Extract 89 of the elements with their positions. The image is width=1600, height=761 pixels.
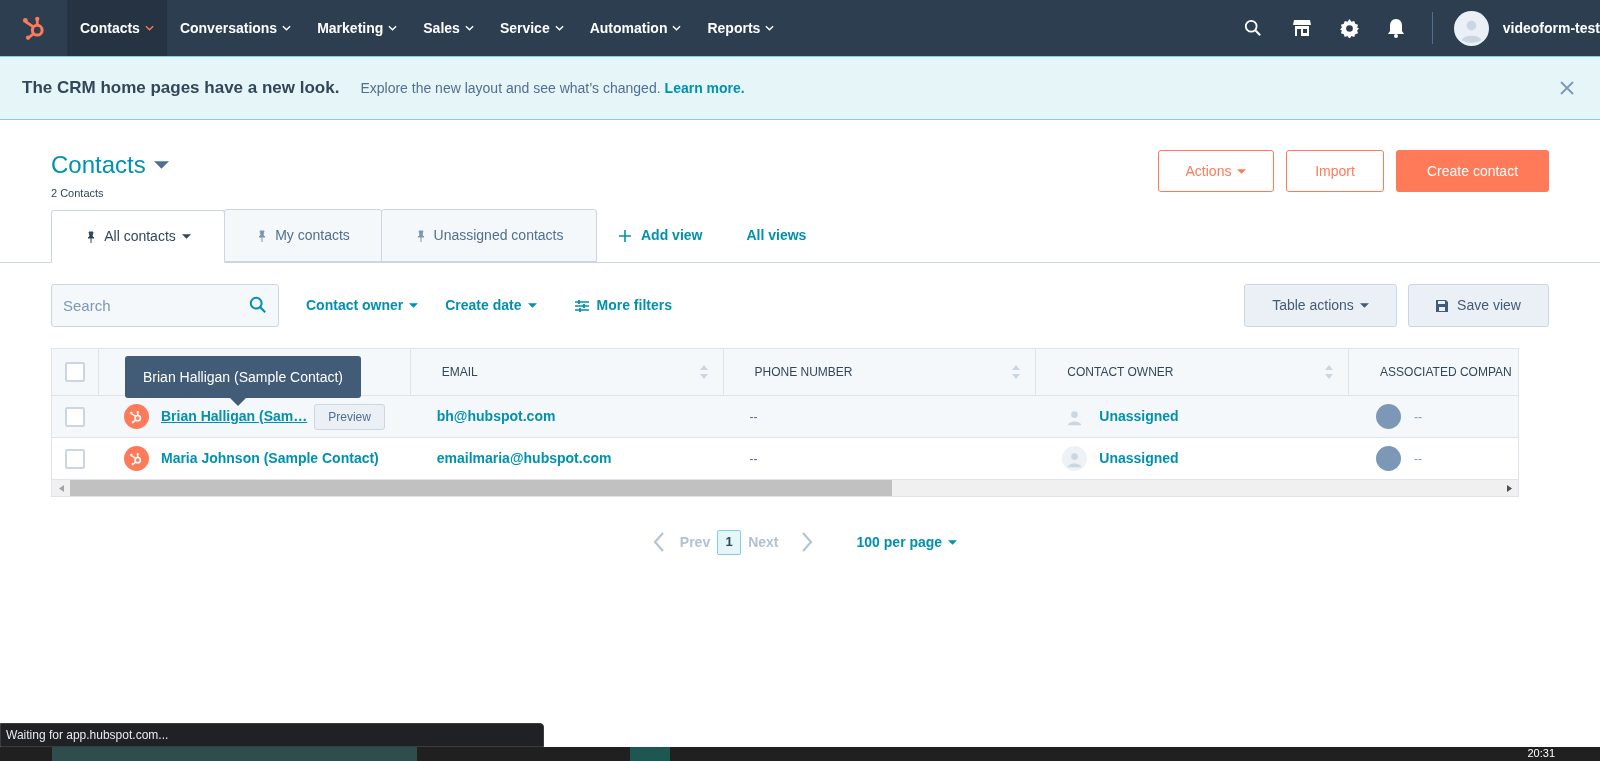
clock-time: 20:31 xyxy=(1527,747,1555,759)
email-link[interactable]: bh@hubspot.com xyxy=(436,406,556,427)
contact-logo-icon xyxy=(123,446,149,471)
banner-text: Explore the new layout and see what’s changed. xyxy=(360,78,661,98)
filter-dropdown[interactable]: Create date xyxy=(445,295,537,316)
search-icon[interactable] xyxy=(1243,19,1262,37)
more-filters-button[interactable]: More filters xyxy=(574,295,672,316)
import-button[interactable]: Import xyxy=(1286,150,1384,192)
contact-count: 2 Contacts xyxy=(51,186,105,201)
chevron-down-icon xyxy=(765,25,775,31)
column-header[interactable]: EMAIL xyxy=(441,363,708,381)
page-number-button[interactable]: 1 xyxy=(717,529,742,555)
store-icon[interactable] xyxy=(1291,18,1312,38)
chevron-down-icon xyxy=(464,25,474,31)
plus-icon xyxy=(619,229,631,242)
owner-link[interactable]: Unassigned xyxy=(1099,406,1179,427)
chevron-down-icon xyxy=(282,25,292,31)
chevron-down-icon xyxy=(554,25,564,31)
chevron-down-icon xyxy=(144,25,154,31)
tooltip-pointer xyxy=(230,398,246,406)
learn-more-link[interactable]: Learn more. xyxy=(664,77,745,99)
browser-status-bar: Waiting for app.hubspot.com... xyxy=(0,723,544,747)
sort-icon xyxy=(1325,364,1334,380)
company-value: -- xyxy=(1414,450,1423,468)
tooltip: Brian Halligan (Sample Contact) xyxy=(125,356,361,398)
caret-icon xyxy=(948,539,958,545)
owner-link[interactable]: Unassigned xyxy=(1099,448,1179,469)
company-avatar-icon xyxy=(1376,404,1402,429)
actions-button[interactable]: Actions xyxy=(1158,150,1274,192)
contact-logo-icon xyxy=(123,404,149,429)
caret-icon xyxy=(153,161,169,169)
close-icon[interactable] xyxy=(1560,81,1574,95)
scroll-right-arrow-icon[interactable] xyxy=(1506,484,1512,492)
nav-menu-item[interactable]: Reports xyxy=(694,0,788,56)
all-views-link[interactable]: All views xyxy=(746,209,807,262)
sort-icon xyxy=(1012,364,1021,380)
person-avatar-icon xyxy=(1062,446,1088,471)
filter-dropdown[interactable]: Contact owner xyxy=(306,295,419,316)
column-header[interactable]: CONTACT OWNER xyxy=(1067,363,1334,381)
sliders-icon xyxy=(574,299,589,312)
save-view-button[interactable]: Save view xyxy=(1408,284,1549,327)
banner-title: The CRM home pages have a new look. xyxy=(22,77,340,100)
contacts-title-dropdown[interactable]: Contacts xyxy=(51,147,169,183)
view-tab[interactable]: Unassigned contacts xyxy=(381,209,597,262)
contact-name-link[interactable]: Maria Johnson (Sample Contact) xyxy=(160,448,379,469)
nav-menu-item[interactable]: Automation xyxy=(576,0,695,56)
view-tab[interactable]: All contacts xyxy=(51,210,225,263)
floppy-disk-icon xyxy=(1436,299,1449,312)
chevron-right-icon xyxy=(800,532,813,552)
row-checkbox[interactable] xyxy=(65,448,86,469)
caret-icon xyxy=(409,303,419,308)
column-header[interactable]: PHONE NUMBER xyxy=(754,363,1021,381)
chevron-left-icon xyxy=(652,532,665,552)
settings-icon[interactable] xyxy=(1339,18,1359,38)
sprocket-logo-icon[interactable] xyxy=(20,15,47,41)
per-page-dropdown[interactable]: 100 per page xyxy=(856,531,958,553)
caret-icon xyxy=(1237,168,1247,174)
select-all-checkbox[interactable] xyxy=(65,362,85,382)
caret-icon xyxy=(527,303,537,308)
contact-name-link[interactable]: Brian Halligan (Sam… xyxy=(160,406,308,427)
search-icon xyxy=(249,296,267,314)
caret-icon xyxy=(181,234,191,239)
company-value: -- xyxy=(1414,408,1423,426)
nav-menu-item[interactable]: Sales xyxy=(410,0,487,56)
phone-number: -- xyxy=(749,408,758,426)
avatar-icon[interactable] xyxy=(1453,10,1489,46)
caret-icon xyxy=(1359,303,1369,308)
chevron-down-icon xyxy=(672,25,682,31)
nav-menu-item[interactable]: Contacts xyxy=(67,0,167,56)
table-actions-button[interactable]: Table actions xyxy=(1244,284,1397,327)
sort-icon xyxy=(699,364,708,380)
nav-menu-item[interactable]: Marketing xyxy=(304,0,411,56)
company-avatar-icon xyxy=(1376,446,1402,471)
notifications-bell-icon[interactable] xyxy=(1386,18,1405,38)
phone-number: -- xyxy=(749,450,758,468)
nav-menu-item[interactable]: Service xyxy=(486,0,577,56)
view-tab[interactable]: My contacts xyxy=(224,209,382,262)
account-menu[interactable]: videoform-test xyxy=(1502,17,1600,39)
horizontal-scrollbar[interactable] xyxy=(52,480,1518,496)
scroll-left-arrow-icon[interactable] xyxy=(58,484,64,492)
add-view-button[interactable]: Add view xyxy=(619,209,703,262)
email-link[interactable]: emailmaria@hubspot.com xyxy=(436,448,612,469)
nav-menu-item[interactable]: Conversations xyxy=(166,0,305,56)
search-field[interactable]: Search xyxy=(51,284,279,327)
row-checkbox[interactable] xyxy=(65,406,86,427)
chevron-down-icon xyxy=(388,25,398,31)
table-row[interactable]: Brian Halligan (Sam… Preview bh@hubspot.com -- Unassigned -- xyxy=(52,396,1518,438)
preview-button[interactable]: Preview xyxy=(314,403,385,430)
column-header[interactable]: ASSOCIATED COMPAN xyxy=(1380,363,1512,381)
